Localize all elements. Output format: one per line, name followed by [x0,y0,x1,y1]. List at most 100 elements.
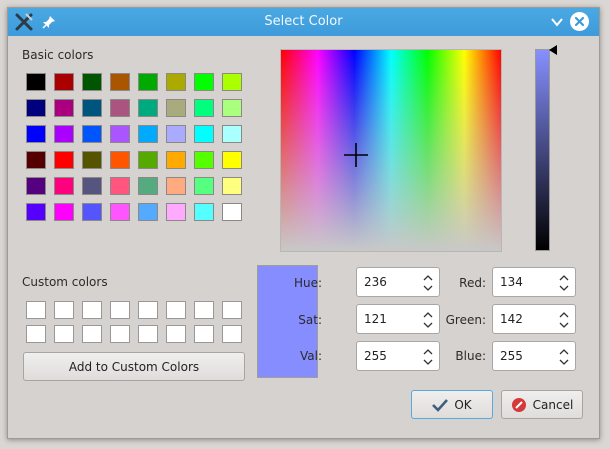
basic-color-swatch[interactable] [222,73,242,91]
color-spectrum[interactable] [280,49,502,252]
basic-color-swatch[interactable] [138,99,158,117]
basic-color-swatch[interactable] [166,203,186,221]
basic-color-swatch[interactable] [138,151,158,169]
custom-color-swatch[interactable] [110,325,130,343]
value-slider[interactable] [535,49,550,251]
ok-button[interactable]: OK [411,390,493,419]
basic-color-swatch[interactable] [166,125,186,143]
value-slider-handle-icon[interactable] [549,45,557,55]
custom-color-swatch[interactable] [110,301,130,319]
basic-color-swatch[interactable] [26,99,46,117]
basic-color-swatch[interactable] [166,151,186,169]
green-label: Green: [445,313,486,327]
custom-color-swatch[interactable] [222,301,242,319]
green-value: 142 [500,312,523,326]
basic-color-swatch[interactable] [194,73,214,91]
basic-color-swatch[interactable] [26,125,46,143]
basic-color-swatch[interactable] [110,177,130,195]
custom-color-swatch[interactable] [166,301,186,319]
custom-color-swatch[interactable] [138,325,158,343]
basic-color-swatch[interactable] [82,203,102,221]
cancel-button[interactable]: Cancel [501,390,583,419]
spin-arrows-icon[interactable] [559,274,569,292]
basic-color-swatch[interactable] [110,99,130,117]
basic-color-swatch[interactable] [110,151,130,169]
basic-color-swatch[interactable] [82,125,102,143]
basic-color-swatch[interactable] [82,73,102,91]
custom-color-swatch[interactable] [26,301,46,319]
custom-color-swatch[interactable] [82,301,102,319]
close-icon[interactable] [570,12,589,31]
blue-spinbox[interactable]: 255 [492,341,576,371]
spin-arrows-icon[interactable] [559,348,569,366]
blue-value: 255 [500,349,523,363]
spin-arrows-icon[interactable] [423,311,433,329]
basic-color-swatch[interactable] [110,73,130,91]
crosshair-icon [344,143,368,167]
sat-spinbox[interactable]: 121 [356,304,440,334]
basic-colors-label: Basic colors [22,48,94,62]
custom-color-swatch[interactable] [54,301,74,319]
val-spinbox[interactable]: 255 [356,341,440,371]
basic-color-swatch[interactable] [54,177,74,195]
custom-color-swatch[interactable] [26,325,46,343]
basic-color-swatch[interactable] [138,73,158,91]
basic-color-swatch[interactable] [138,125,158,143]
chevron-down-icon[interactable] [549,14,565,30]
basic-color-swatch[interactable] [54,125,74,143]
basic-color-swatch[interactable] [166,73,186,91]
hue-spinbox[interactable]: 236 [356,267,440,297]
basic-color-swatch[interactable] [26,151,46,169]
basic-color-swatch[interactable] [194,125,214,143]
window-title: Select Color [264,14,343,29]
basic-color-swatch[interactable] [54,203,74,221]
basic-color-swatch[interactable] [26,73,46,91]
basic-color-swatch[interactable] [54,151,74,169]
basic-color-swatch[interactable] [166,177,186,195]
custom-color-swatch[interactable] [222,325,242,343]
sat-label: Sat: [298,313,322,327]
red-spinbox[interactable]: 134 [492,267,576,297]
basic-color-swatch[interactable] [26,203,46,221]
basic-color-swatch[interactable] [194,151,214,169]
basic-color-swatch[interactable] [194,177,214,195]
custom-color-swatch[interactable] [194,325,214,343]
val-label: Val: [299,349,322,363]
hue-label: Hue: [293,276,322,290]
basic-color-swatch[interactable] [222,151,242,169]
basic-color-swatch[interactable] [82,99,102,117]
hue-value: 236 [364,275,387,289]
color-dialog: Select Color Basic colors Custom colors … [7,7,600,439]
basic-color-swatch[interactable] [54,73,74,91]
custom-color-swatch[interactable] [166,325,186,343]
cancel-label: Cancel [532,397,574,412]
val-value: 255 [364,349,387,363]
basic-color-swatch[interactable] [194,99,214,117]
no-entry-icon [511,397,526,412]
basic-color-swatch[interactable] [222,99,242,117]
spin-arrows-icon[interactable] [423,274,433,292]
custom-color-swatch[interactable] [138,301,158,319]
basic-color-swatch[interactable] [222,203,242,221]
title-bar[interactable]: Select Color [8,8,599,36]
basic-color-swatch[interactable] [82,151,102,169]
basic-color-swatch[interactable] [110,125,130,143]
basic-color-swatch[interactable] [222,125,242,143]
custom-colors-label: Custom colors [22,275,108,289]
spin-arrows-icon[interactable] [559,311,569,329]
basic-color-swatch[interactable] [110,203,130,221]
basic-color-swatch[interactable] [138,177,158,195]
basic-color-swatch[interactable] [82,177,102,195]
custom-color-swatch[interactable] [194,301,214,319]
basic-color-swatch[interactable] [138,203,158,221]
basic-color-swatch[interactable] [166,99,186,117]
add-to-custom-colors-button[interactable]: Add to Custom Colors [23,352,245,381]
green-spinbox[interactable]: 142 [492,304,576,334]
basic-color-swatch[interactable] [194,203,214,221]
custom-color-swatch[interactable] [82,325,102,343]
basic-color-swatch[interactable] [26,177,46,195]
custom-color-swatch[interactable] [54,325,74,343]
spin-arrows-icon[interactable] [423,348,433,366]
basic-color-swatch[interactable] [222,177,242,195]
basic-color-swatch[interactable] [54,99,74,117]
